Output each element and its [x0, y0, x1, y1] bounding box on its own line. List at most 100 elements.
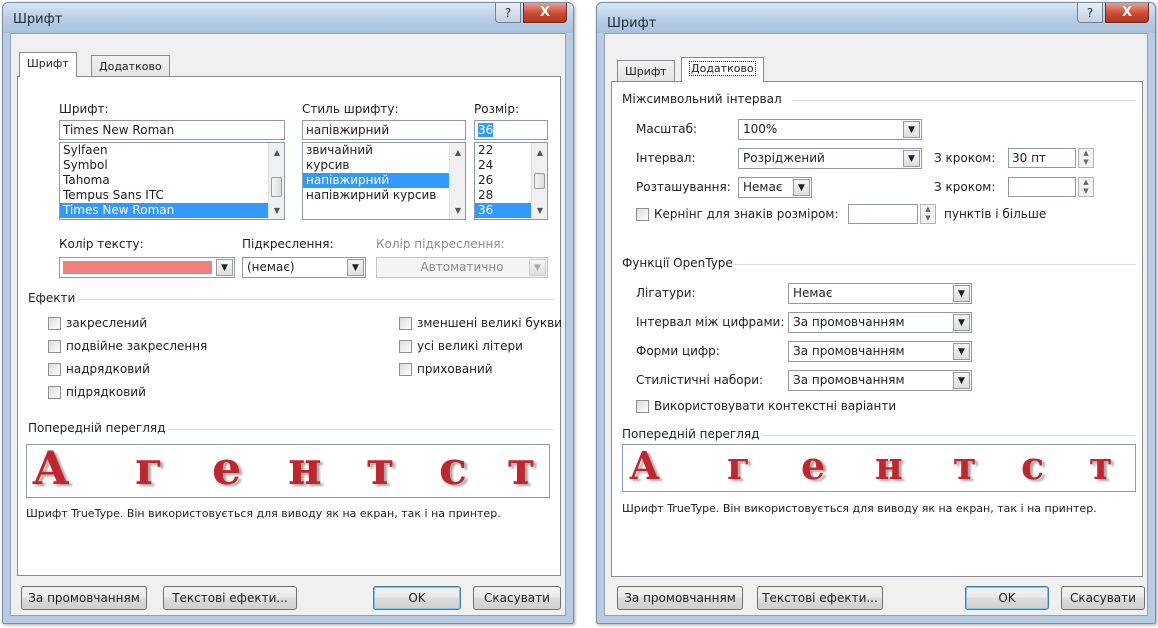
font-list[interactable]: Sylfaen Symbol Tahoma Tempus Sans ITC Ti… — [59, 142, 285, 220]
title-bar: Шрифт ? X — [597, 3, 1155, 33]
stylistic-sets-select[interactable]: За промовчанням ▼ — [788, 370, 972, 391]
kerning-size-spinner[interactable]: ▲ ▼ — [920, 204, 936, 224]
list-item[interactable]: Sylfaen — [60, 143, 284, 158]
number-forms-select[interactable]: За промовчанням ▼ — [788, 341, 972, 362]
contextual-alternates-checkbox[interactable] — [636, 400, 649, 413]
scroll-up-icon[interactable]: ▲ — [450, 145, 465, 159]
dialog-body: Шрифт Додатково Шрифт: Стиль шрифту: Роз… — [10, 33, 566, 616]
chevron-down-icon[interactable]: ▼ — [347, 259, 364, 276]
scroll-down-icon[interactable]: ▼ — [269, 203, 284, 217]
contextual-alternates-label: Використовувати контекстні варіанти — [654, 399, 897, 413]
tab-panel: Міжсимвольний інтервал Масштаб: 100% ▼ І… — [611, 81, 1143, 577]
scale-select[interactable]: 100% ▼ — [738, 119, 922, 140]
scroll-up-icon[interactable]: ▲ — [269, 145, 284, 159]
spacing-by-spinner[interactable]: ▲ ▼ — [1078, 148, 1094, 168]
number-forms-label: Форми цифр: — [636, 344, 720, 358]
spacing-by-input[interactable]: 30 пт — [1008, 148, 1076, 168]
preview-letter: с — [1021, 443, 1045, 488]
close-button[interactable]: X — [523, 3, 567, 23]
list-item[interactable]: звичайний — [303, 143, 465, 158]
font-dialog-right: Шрифт ? X Шрифт Додатково Міжсимвольний … — [596, 2, 1156, 624]
position-select[interactable]: Немає ▼ — [738, 177, 812, 198]
font-list-scrollbar[interactable]: ▲ ▼ — [268, 143, 284, 219]
style-list-scrollbar[interactable]: ▲ ▼ — [449, 143, 465, 219]
scroll-thumb[interactable] — [534, 173, 545, 189]
preview-letter: т — [366, 441, 395, 495]
ligatures-select[interactable]: Немає ▼ — [788, 283, 972, 304]
scroll-up-icon[interactable]: ▲ — [532, 145, 547, 159]
font-dialog-left: Шрифт ? X Шрифт Додатково Шрифт: Стиль ш… — [2, 2, 574, 624]
size-list-scrollbar[interactable]: ▲ ▼ — [531, 143, 547, 219]
all-caps-checkbox[interactable] — [399, 340, 412, 353]
subscript-label: підрядковий — [66, 385, 146, 399]
font-size-input[interactable]: 36 — [474, 120, 548, 140]
chevron-down-icon[interactable]: ▼ — [953, 372, 970, 389]
divider — [168, 429, 554, 430]
font-style-label: Стиль шрифту: — [302, 102, 399, 116]
font-style-list[interactable]: звичайний курсив напівжирний напівжирний… — [302, 142, 466, 220]
tab-font[interactable]: Шрифт — [617, 60, 675, 82]
double-strikethrough-checkbox[interactable] — [48, 340, 61, 353]
preview-box: А г е н т с т — [26, 441, 550, 498]
position-by-spinner[interactable]: ▲ ▼ — [1078, 177, 1094, 197]
preview-note: Шрифт TrueType. Він використовується для… — [26, 507, 501, 520]
kerning-size-input[interactable] — [848, 204, 918, 224]
cancel-button[interactable]: Скасувати — [1061, 586, 1145, 610]
subscript-checkbox[interactable] — [48, 386, 61, 399]
underline-color-select: Автоматично ▼ — [376, 257, 548, 278]
kerning-checkbox[interactable] — [636, 208, 649, 221]
scroll-thumb[interactable] — [271, 177, 282, 197]
position-by-input[interactable] — [1008, 177, 1076, 197]
chevron-down-icon[interactable]: ▼ — [216, 259, 233, 276]
tab-advanced-label: Додатково — [99, 60, 162, 73]
font-size-list[interactable]: 22 24 26 28 36 ▲ ▼ — [474, 142, 548, 220]
tab-advanced[interactable]: Додатково — [91, 55, 170, 77]
list-item[interactable]: Symbol — [60, 158, 284, 173]
ok-button[interactable]: OK — [373, 586, 461, 610]
strikethrough-checkbox[interactable] — [48, 317, 61, 330]
preview-letter: А — [32, 441, 70, 495]
spacing-select[interactable]: Розріджений ▼ — [738, 148, 922, 169]
scroll-down-icon[interactable]: ▼ — [450, 203, 465, 217]
list-item-selected[interactable]: Times New Roman — [60, 203, 284, 218]
text-color-select[interactable]: ▼ — [59, 257, 235, 278]
chevron-down-icon[interactable]: ▼ — [903, 150, 920, 167]
chevron-down-icon[interactable]: ▼ — [903, 121, 920, 138]
hidden-checkbox[interactable] — [399, 363, 412, 376]
close-button[interactable]: X — [1105, 3, 1149, 23]
list-item[interactable]: Tempus Sans ITC — [60, 188, 284, 203]
help-button[interactable]: ? — [1077, 3, 1103, 23]
ok-button[interactable]: OK — [965, 586, 1049, 610]
scroll-down-icon[interactable]: ▼ — [532, 203, 547, 217]
tab-font[interactable]: Шрифт — [19, 52, 77, 77]
font-style-input[interactable]: напівжирний — [302, 120, 466, 140]
set-default-button[interactable]: За промовчанням — [617, 586, 743, 610]
font-size-label: Розмір: — [474, 102, 520, 116]
chevron-down-icon[interactable]: ▼ — [953, 285, 970, 302]
text-effects-button[interactable]: Текстові ефекти... — [163, 586, 297, 610]
font-name-input[interactable]: Times New Roman — [59, 120, 285, 140]
tab-advanced[interactable]: Додатково — [681, 57, 764, 82]
chevron-down-icon[interactable]: ▼ — [953, 314, 970, 331]
divider — [78, 299, 554, 300]
superscript-checkbox[interactable] — [48, 363, 61, 376]
cancel-button[interactable]: Скасувати — [473, 586, 561, 610]
divider — [792, 100, 1136, 101]
text-effects-button[interactable]: Текстові ефекти... — [757, 586, 883, 610]
list-item[interactable]: Tahoma — [60, 173, 284, 188]
number-spacing-select[interactable]: За промовчанням ▼ — [788, 312, 972, 333]
position-label: Розташування: — [636, 180, 731, 194]
hidden-label: прихований — [417, 362, 493, 376]
chevron-down-icon[interactable]: ▼ — [793, 179, 810, 196]
preview-letter: н — [288, 441, 322, 495]
list-item[interactable]: курсив — [303, 158, 465, 173]
title-bar: Шрифт ? X — [3, 3, 573, 33]
help-button[interactable]: ? — [495, 3, 521, 23]
small-caps-checkbox[interactable] — [399, 317, 412, 330]
chevron-down-icon[interactable]: ▼ — [953, 343, 970, 360]
list-item[interactable]: напівжирний курсив — [303, 188, 465, 203]
underline-select[interactable]: (немає) ▼ — [242, 257, 366, 278]
list-item-selected[interactable]: напівжирний — [303, 173, 465, 188]
set-default-button[interactable]: За промовчанням — [21, 586, 147, 610]
preview-letter: т — [1089, 443, 1113, 488]
